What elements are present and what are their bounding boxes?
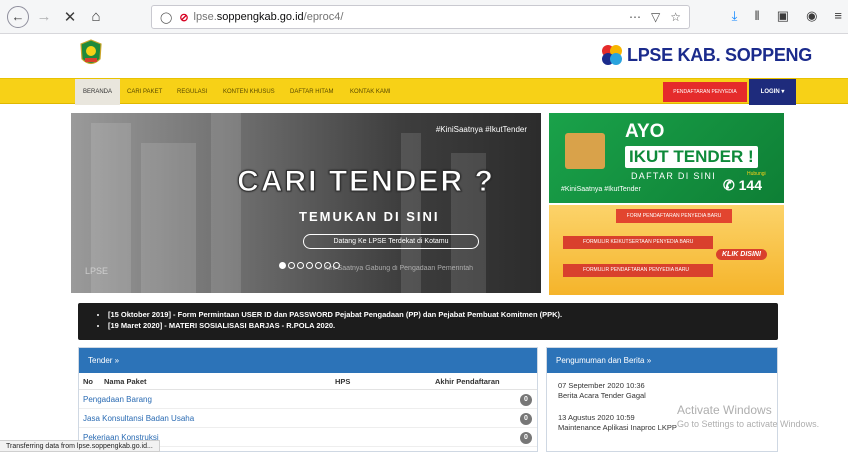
count-badge: 0 <box>520 413 532 425</box>
url-bar[interactable]: ◯ ⊘ lpse.soppengkab.go.id/eproc4/ ⋯ ▽ ☆ <box>151 5 690 29</box>
menu-icon[interactable]: ≡ <box>834 8 842 24</box>
promo-ikut-tender: IKUT TENDER ! <box>625 146 758 168</box>
regency-emblem-logo[interactable] <box>79 39 103 69</box>
col-hps: HPS <box>335 377 351 386</box>
ticker-item[interactable]: [19 Maret 2020] - MATERI SOSIALISASI BAR… <box>108 320 778 331</box>
carousel-dot[interactable] <box>279 262 286 269</box>
carousel-dot[interactable] <box>315 262 322 269</box>
hero-watermark: LPSE <box>85 266 109 276</box>
promo-hotline: ✆ 144 <box>723 177 762 193</box>
tracking-shield-icon[interactable]: ◯ <box>160 11 172 24</box>
back-icon[interactable]: ← <box>7 5 29 28</box>
tender-category-link[interactable]: Jasa Konsultansi Badan Usaha <box>83 414 194 423</box>
box-icon <box>565 133 605 169</box>
menu-konten-khusus[interactable]: KONTEN KHUSUS <box>223 79 275 105</box>
count-badge: 0 <box>520 432 532 444</box>
announcement-panel: Pengumuman dan Berita » 07 September 202… <box>546 347 778 452</box>
col-nama-paket: Nama Paket <box>104 377 147 386</box>
form-keikutsertaan-link[interactable]: FORMULIR KEIKUTSERTAAN PENYEDIA BARU <box>563 236 713 249</box>
promo2-title: FORM PENDAFTARAN PENYEDIA BARU <box>616 209 732 223</box>
hero-pill: Datang Ke LPSE Terdekat di Kotamu <box>303 234 479 249</box>
promo-hashtag: #KiniSaatnya #IkutTender <box>561 186 641 193</box>
hero-hashtag: #KiniSaatnya #IkutTender <box>435 125 527 134</box>
home-icon[interactable]: ⌂ <box>85 6 107 28</box>
browser-status-bar: Transferring data from lpse.soppengkab.g… <box>0 440 160 452</box>
list-item[interactable]: 07 September 2020 10:36 Berita Acara Ten… <box>547 373 777 401</box>
lpse-brand-logo[interactable]: LPSE KAB. SOPPENG <box>599 42 812 68</box>
count-badge: 0 <box>520 394 532 406</box>
carousel-dot[interactable] <box>297 262 304 269</box>
announcement-date: 07 September 2020 10:36 <box>558 381 645 390</box>
activate-windows-hint: Go to Settings to activate Windows. <box>677 419 820 429</box>
menu-kontak-kami[interactable]: KONTAK KAMI <box>350 79 391 105</box>
sidebar-icon[interactable]: ▣ <box>777 8 789 24</box>
ikut-tender-banner[interactable]: AYO IKUT TENDER ! DAFTAR DI SINI #KiniSa… <box>549 113 784 203</box>
news-ticker: [15 Oktober 2019] - Form Permintaan USER… <box>78 303 778 340</box>
forward-icon[interactable]: → <box>33 6 55 28</box>
main-menu: BERANDA CARI PAKET REGULASI KONTEN KHUSU… <box>0 78 848 105</box>
library-icon[interactable]: ‖ <box>754 8 759 24</box>
tender-table-header: No Nama Paket HPS Akhir Pendaftaran <box>79 373 537 390</box>
download-icon[interactable]: ⤓ <box>732 8 738 24</box>
phone-icon: ✆ <box>723 177 735 193</box>
login-button[interactable]: LOGIN ▾ <box>749 79 796 105</box>
promo-daftar: DAFTAR DI SINI <box>631 171 717 181</box>
announcement-text[interactable]: Berita Acara Tender Gagal <box>558 391 777 401</box>
table-row[interactable]: Pengadaan Barang 0 <box>79 390 537 409</box>
site-header: LPSE KAB. SOPPENG <box>0 34 848 78</box>
hero-title: CARI TENDER ? <box>237 165 495 199</box>
carousel-dot[interactable] <box>288 262 295 269</box>
announcement-panel-title[interactable]: Pengumuman dan Berita » <box>547 348 777 373</box>
table-row[interactable]: Jasa Konsultansi Badan Usaha 0 <box>79 409 537 428</box>
pendaftaran-banner[interactable]: FORM PENDAFTARAN PENYEDIA BARU FORMULIR … <box>549 205 784 295</box>
menu-daftar-hitam[interactable]: DAFTAR HITAM <box>290 79 333 105</box>
close-icon[interactable]: ✕ <box>59 6 81 28</box>
activate-windows-title: Activate Windows <box>677 403 772 417</box>
register-provider-button[interactable]: PENDAFTARAN PENYEDIA <box>663 82 747 102</box>
klik-disini-button[interactable]: KLIK DISINI <box>716 249 767 260</box>
bookmark-star-icon[interactable]: ☆ <box>670 10 681 24</box>
ticker-item[interactable]: [15 Oktober 2019] - Form Permintaan USER… <box>108 309 778 320</box>
promo-ayo: AYO <box>625 121 665 142</box>
menu-beranda[interactable]: BERANDA <box>75 79 121 105</box>
menu-regulasi[interactable]: REGULASI <box>177 79 207 105</box>
hero-caption: Kini Saatnya Gabung di Pengadaan Pemerin… <box>324 265 474 272</box>
insecure-lock-icon[interactable]: ⊘ <box>179 11 188 24</box>
pocket-icon[interactable]: ▽ <box>651 10 660 24</box>
puzzle-logo-icon <box>602 45 622 65</box>
form-pendaftaran-link[interactable]: FORMULIR PENDAFTARAN PENYEDIA BARU <box>563 264 713 277</box>
menu-cari-paket[interactable]: CARI PAKET <box>127 79 162 105</box>
col-akhir-pendaftaran: Akhir Pendaftaran <box>435 377 500 386</box>
url-text: lpse.soppengkab.go.id/eproc4/ <box>193 11 344 23</box>
col-no: No <box>83 377 93 386</box>
tender-panel: Tender » No Nama Paket HPS Akhir Pendaft… <box>78 347 538 452</box>
carousel-dot[interactable] <box>306 262 313 269</box>
page-actions-icon[interactable]: ⋯ <box>629 10 641 24</box>
account-icon[interactable]: ◉ <box>806 8 817 24</box>
tender-panel-title[interactable]: Tender » <box>79 348 537 373</box>
hero-carousel[interactable]: #KiniSaatnya #IkutTender CARI TENDER ? T… <box>71 113 541 293</box>
tender-category-link[interactable]: Pengadaan Barang <box>83 395 152 404</box>
hero-subtitle: TEMUKAN DI SINI <box>299 209 440 224</box>
browser-toolbar: ← → ✕ ⌂ ◯ ⊘ lpse.soppengkab.go.id/eproc4… <box>0 0 848 34</box>
